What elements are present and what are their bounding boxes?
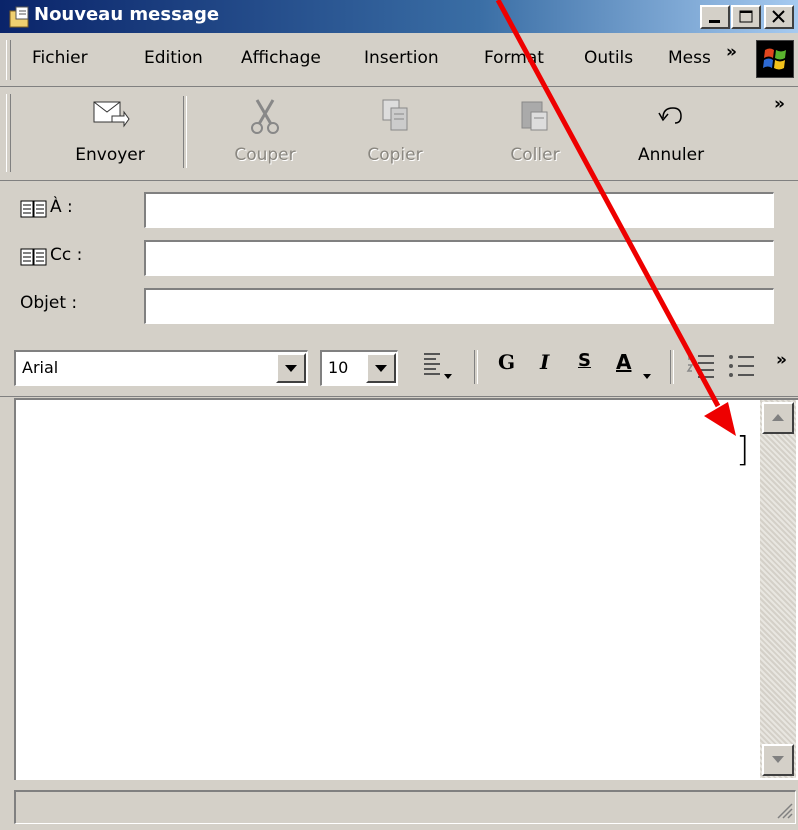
subject-label: Objet : [20, 293, 78, 313]
message-body[interactable]: ] [14, 398, 798, 780]
scissors-icon [251, 99, 279, 134]
font-size-dropdown-button[interactable] [366, 353, 396, 383]
new-message-icon [9, 6, 29, 28]
paste-icon [521, 101, 548, 131]
scroll-up-button[interactable] [762, 402, 794, 434]
font-size-select[interactable]: 10 [320, 350, 398, 386]
close-button[interactable] [764, 5, 794, 29]
status-bar [14, 790, 796, 824]
send-button[interactable]: Envoyer [40, 88, 180, 176]
chevron-down-icon [375, 365, 387, 372]
toolbar-grip[interactable] [6, 94, 11, 172]
menu-fichier[interactable]: Fichier [32, 48, 88, 68]
copy-label: Copier [367, 145, 423, 165]
text-cursor: ] [736, 430, 750, 470]
resize-grip-icon[interactable] [774, 800, 794, 820]
font-select[interactable]: Arial [14, 350, 308, 386]
cut-button[interactable]: Couper [210, 88, 320, 176]
minimize-icon [709, 20, 720, 23]
undo-icon [658, 107, 682, 124]
format-separator [474, 350, 478, 384]
menu-messages[interactable]: Mess [668, 48, 722, 68]
menu-format[interactable]: Format [484, 48, 544, 68]
font-value: Arial [22, 358, 59, 377]
undo-button[interactable]: Annuler [616, 88, 726, 176]
underline-button[interactable]: S [578, 350, 591, 371]
bulleted-list-icon[interactable] [726, 350, 756, 384]
format-separator [670, 350, 674, 384]
numbered-list-icon[interactable] [686, 350, 716, 384]
minimize-button[interactable] [700, 5, 730, 29]
maximize-icon [739, 10, 753, 23]
menu-edition[interactable]: Edition [144, 48, 203, 68]
menu-affichage[interactable]: Affichage [241, 48, 321, 68]
paragraph-style-icon[interactable] [420, 350, 460, 384]
font-color-button[interactable]: A [616, 350, 631, 374]
title-bar: Nouveau message [0, 0, 798, 33]
to-label: À : [50, 197, 73, 217]
bold-button[interactable]: G [498, 350, 515, 374]
to-input[interactable] [144, 192, 774, 228]
toolbar-separator [183, 96, 187, 168]
close-icon [772, 10, 785, 23]
cc-label: Cc : [50, 245, 83, 265]
maximize-button[interactable] [731, 5, 761, 29]
menu-outils[interactable]: Outils [584, 48, 633, 68]
menu-bar: Fichier Edition Affichage Insertion Form… [0, 34, 798, 87]
arrow-down-icon [772, 756, 784, 763]
toolbar-overflow-chevron[interactable]: » [774, 94, 785, 114]
copy-icon [382, 99, 408, 131]
italic-button[interactable]: I [540, 350, 549, 374]
send-label: Envoyer [75, 145, 145, 165]
menu-insertion[interactable]: Insertion [364, 48, 439, 68]
address-book-icon [20, 200, 47, 218]
copy-button[interactable]: Copier [340, 88, 450, 176]
windows-logo-icon [756, 40, 794, 78]
format-bar: Arial 10 G I S A » [0, 336, 798, 397]
toolbar: Envoyer Couper Copier Coller Annuler » [0, 88, 798, 181]
cut-label: Couper [234, 145, 296, 165]
format-overflow-chevron[interactable]: » [776, 350, 787, 370]
undo-label: Annuler [637, 145, 705, 165]
menu-overflow-chevron[interactable]: » [726, 42, 737, 62]
font-dropdown-button[interactable] [276, 353, 306, 383]
font-size-value: 10 [328, 358, 349, 377]
paste-label: Coller [510, 145, 560, 165]
address-book-icon [20, 248, 47, 266]
vertical-scrollbar[interactable] [760, 400, 796, 778]
cc-input[interactable] [144, 240, 774, 276]
font-color-dropdown-icon[interactable] [640, 356, 656, 384]
paste-button[interactable]: Coller [480, 88, 590, 176]
arrow-up-icon [772, 414, 784, 421]
scroll-down-button[interactable] [762, 744, 794, 776]
menu-grip[interactable] [6, 40, 11, 80]
send-icon [93, 101, 130, 128]
chevron-down-icon [285, 365, 297, 372]
window-title: Nouveau message [34, 4, 220, 25]
subject-input[interactable] [144, 288, 774, 324]
